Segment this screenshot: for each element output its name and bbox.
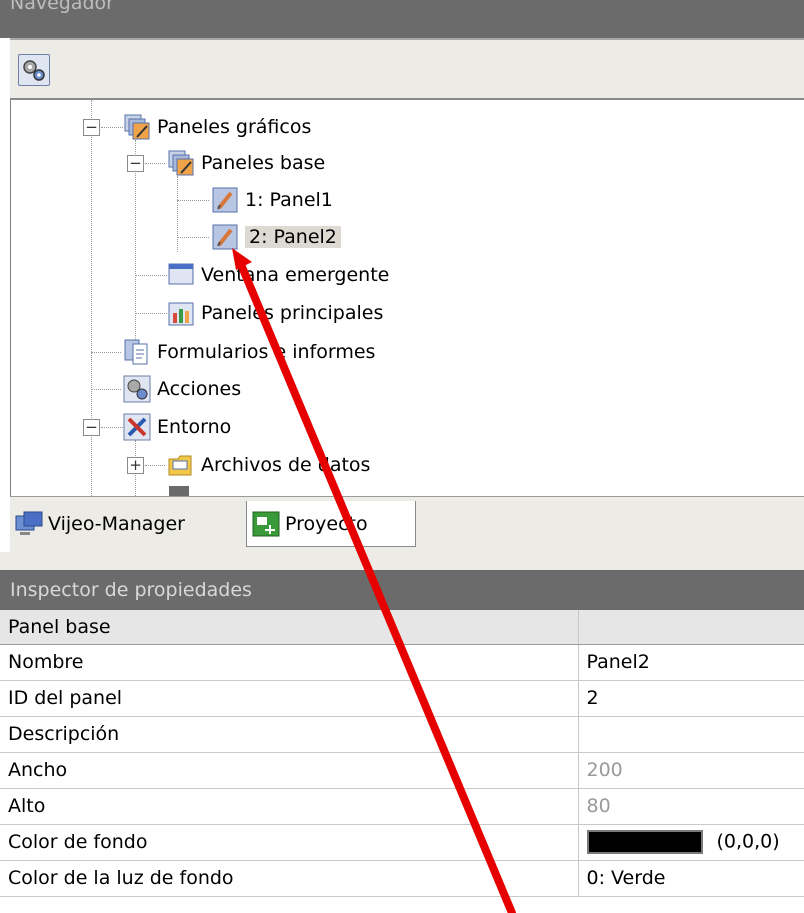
project-icon xyxy=(252,511,280,536)
property-value[interactable]: 2 xyxy=(577,680,804,717)
panels-folder-icon xyxy=(124,114,150,140)
properties-group-row: Panel base xyxy=(0,610,804,645)
color-rgb-text: (0,0,0) xyxy=(716,830,780,853)
expand-toggle-entorno[interactable]: − xyxy=(83,419,100,436)
property-name: Descripción xyxy=(0,716,578,753)
property-value: 200 xyxy=(577,752,804,789)
property-name: ID del panel xyxy=(0,680,578,717)
tab-proyecto[interactable]: Proyecto xyxy=(246,501,416,547)
gears-icon xyxy=(123,375,151,403)
properties-table: Panel base Nombre Panel2 ID del panel 2 … xyxy=(0,610,804,897)
tree-item-archivos[interactable]: Archivos de datos xyxy=(167,447,370,483)
tab-label: Proyecto xyxy=(285,512,368,535)
gears-icon xyxy=(23,60,45,81)
tree-item-formularios[interactable]: Formularios e informes xyxy=(123,334,375,370)
property-value[interactable]: 0: Verde xyxy=(577,860,804,897)
popup-window-icon xyxy=(168,263,194,285)
panel-edit-icon xyxy=(212,187,238,213)
navigator-title-bar: Navegador xyxy=(0,0,804,38)
tree-item-label: 2: Panel2 xyxy=(245,226,341,248)
tree-item-paneles-graficos[interactable]: Paneles gráficos xyxy=(123,109,311,145)
property-row[interactable]: Color de fondo (0,0,0) xyxy=(0,824,804,861)
tools-icon xyxy=(123,413,151,441)
tree-item-panel2[interactable]: 2: Panel2 xyxy=(211,219,341,255)
property-row[interactable]: Color de la luz de fondo 0: Verde xyxy=(0,860,804,897)
property-row[interactable]: ID del panel 2 xyxy=(0,680,804,717)
tree-item-acciones[interactable]: Acciones xyxy=(123,371,241,407)
tree-item-label: Paneles base xyxy=(201,152,326,174)
expand-toggle-archivos[interactable]: + xyxy=(127,457,144,474)
navigator-toolbar xyxy=(10,38,804,100)
property-row[interactable]: Descripción xyxy=(0,716,804,753)
property-row[interactable]: Nombre Panel2 xyxy=(0,644,804,681)
panels-folder-icon xyxy=(168,150,194,176)
tree-item-label: 1: Panel1 xyxy=(245,189,333,211)
main-panels-icon xyxy=(168,302,194,326)
property-name: Alto xyxy=(0,788,578,825)
tab-vijeo-manager[interactable]: Vijeo-Manager xyxy=(10,501,193,547)
property-value: 80 xyxy=(577,788,804,825)
tree-item-entorno[interactable]: Entorno xyxy=(123,409,231,445)
property-name: Color de la luz de fondo xyxy=(0,860,578,897)
computer-icon xyxy=(15,511,43,535)
property-name: Nombre xyxy=(0,644,578,681)
actions-toolbar-button[interactable] xyxy=(18,54,50,86)
tree-item-label: Ventana emergente xyxy=(201,264,390,286)
property-row[interactable]: Alto 80 xyxy=(0,788,804,825)
partial-tree-icon xyxy=(169,486,189,496)
tree-item-label: Paneles principales xyxy=(201,302,384,324)
expand-toggle-paneles-graficos[interactable]: − xyxy=(83,119,100,136)
tab-label: Vijeo-Manager xyxy=(48,513,185,535)
navigator-title: Navegador xyxy=(10,0,114,14)
property-value[interactable] xyxy=(577,716,804,753)
tree-item-ventana-emergente[interactable]: Ventana emergente xyxy=(167,257,389,293)
inspector-title-bar: Inspector de propiedades xyxy=(0,570,804,610)
property-value[interactable]: Panel2 xyxy=(577,644,804,681)
folder-icon xyxy=(168,455,192,476)
tree-item-panel1[interactable]: 1: Panel1 xyxy=(211,182,333,218)
panel-edit-icon xyxy=(212,224,238,250)
expand-toggle-paneles-base[interactable]: − xyxy=(127,155,144,172)
property-name: Color de fondo xyxy=(0,824,578,861)
tree-item-label: Acciones xyxy=(157,378,242,400)
project-tree: − − − + Paneles gráficos Paneles base 1:… xyxy=(10,100,804,496)
property-name: Ancho xyxy=(0,752,578,789)
group-label: Panel base xyxy=(0,610,578,645)
tree-item-paneles-principales[interactable]: Paneles principales xyxy=(167,295,383,331)
navigator-tabs: Vijeo-Manager Proyecto xyxy=(10,496,804,552)
forms-reports-icon xyxy=(124,339,148,365)
property-row[interactable]: Ancho 200 xyxy=(0,752,804,789)
tree-item-label: Entorno xyxy=(157,416,232,438)
tree-item-label: Archivos de datos xyxy=(201,454,371,476)
tree-item-paneles-base[interactable]: Paneles base xyxy=(167,145,325,181)
tree-item-label: Paneles gráficos xyxy=(157,116,312,138)
color-property-value[interactable]: (0,0,0) xyxy=(577,824,804,861)
color-swatch[interactable] xyxy=(586,830,703,854)
tree-item-label: Formularios e informes xyxy=(157,341,376,363)
inspector-title: Inspector de propiedades xyxy=(10,579,252,601)
